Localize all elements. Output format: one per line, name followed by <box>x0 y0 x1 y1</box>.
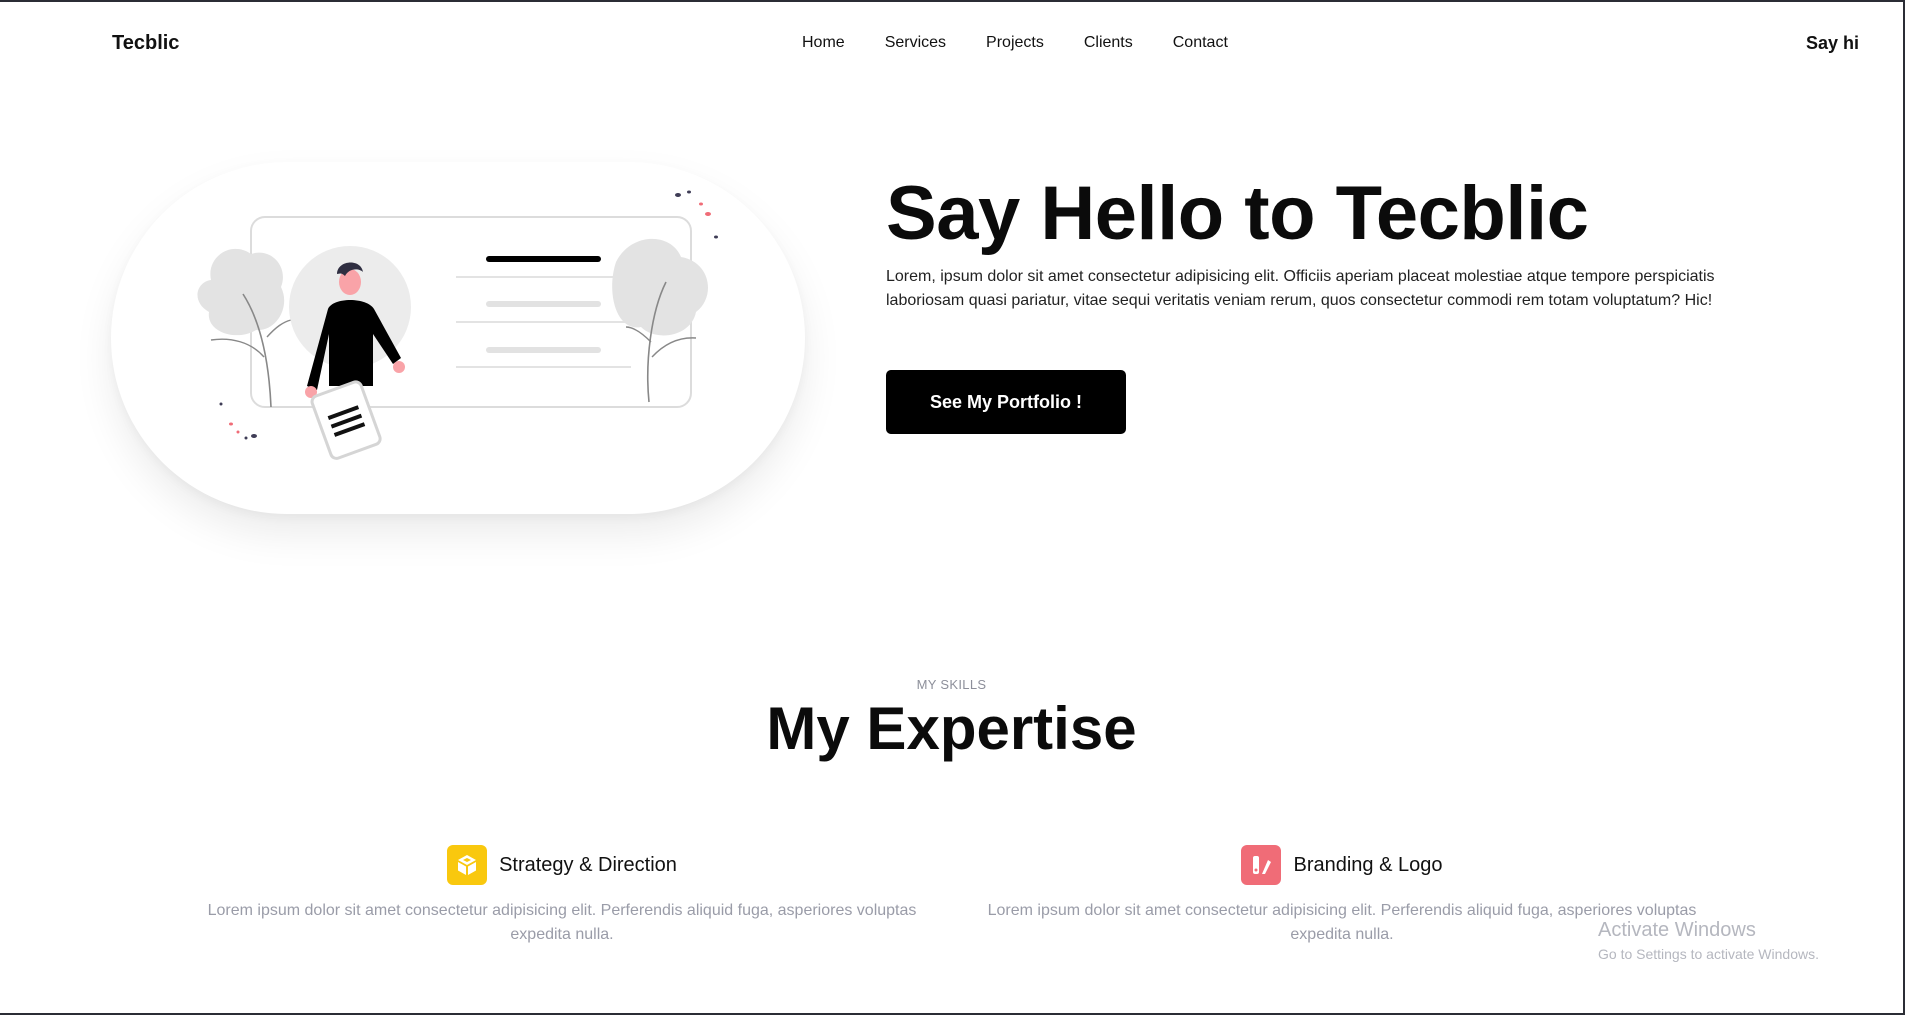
skill-header: Strategy & Direction <box>202 845 922 885</box>
design-tools-icon <box>1241 845 1282 885</box>
brand-logo[interactable]: Tecblic <box>112 32 179 55</box>
skill-card-strategy: Strategy & Direction Lorem ipsum dolor s… <box>202 845 922 947</box>
hero-illustration <box>111 162 805 514</box>
hero-title: Say Hello to Tecblic <box>886 171 1589 256</box>
section-eyebrow: MY SKILLS <box>916 677 987 692</box>
see-portfolio-button[interactable]: See My Portfolio ! <box>886 370 1126 434</box>
skill-header: Branding & Logo <box>982 845 1702 885</box>
skill-description: Lorem ipsum dolor sit amet consectetur a… <box>987 902 1697 943</box>
nav-link-home[interactable]: Home <box>802 34 845 52</box>
skill-name: Strategy & Direction <box>499 853 677 876</box>
main-menu: Home Services Projects Clients Contact <box>802 34 1268 52</box>
box-icon <box>447 845 488 885</box>
nav-link-clients[interactable]: Clients <box>1084 34 1133 52</box>
activate-windows-watermark: Activate Windows Go to Settings to activ… <box>1598 919 1819 962</box>
say-hi-link[interactable]: Say hi <box>1806 33 1859 54</box>
skill-name: Branding & Logo <box>1293 853 1443 876</box>
nav-link-projects[interactable]: Projects <box>986 34 1044 52</box>
nav-link-services[interactable]: Services <box>885 34 946 52</box>
profile-card-illustration <box>197 190 718 460</box>
hero-description: Lorem, ipsum dolor sit amet consectetur … <box>886 268 1715 309</box>
watermark-title: Activate Windows <box>1598 919 1756 941</box>
navbar: Tecblic Home Services Projects Clients C… <box>0 2 1903 86</box>
page: Tecblic Home Services Projects Clients C… <box>0 2 1903 1013</box>
skill-card-branding: Branding & Logo Lorem ipsum dolor sit am… <box>982 845 1702 947</box>
nav-link-contact[interactable]: Contact <box>1173 34 1228 52</box>
section-title: My Expertise <box>766 695 1137 762</box>
watermark-subtitle: Go to Settings to activate Windows. <box>1598 946 1819 962</box>
skill-description: Lorem ipsum dolor sit amet consectetur a… <box>207 902 917 943</box>
